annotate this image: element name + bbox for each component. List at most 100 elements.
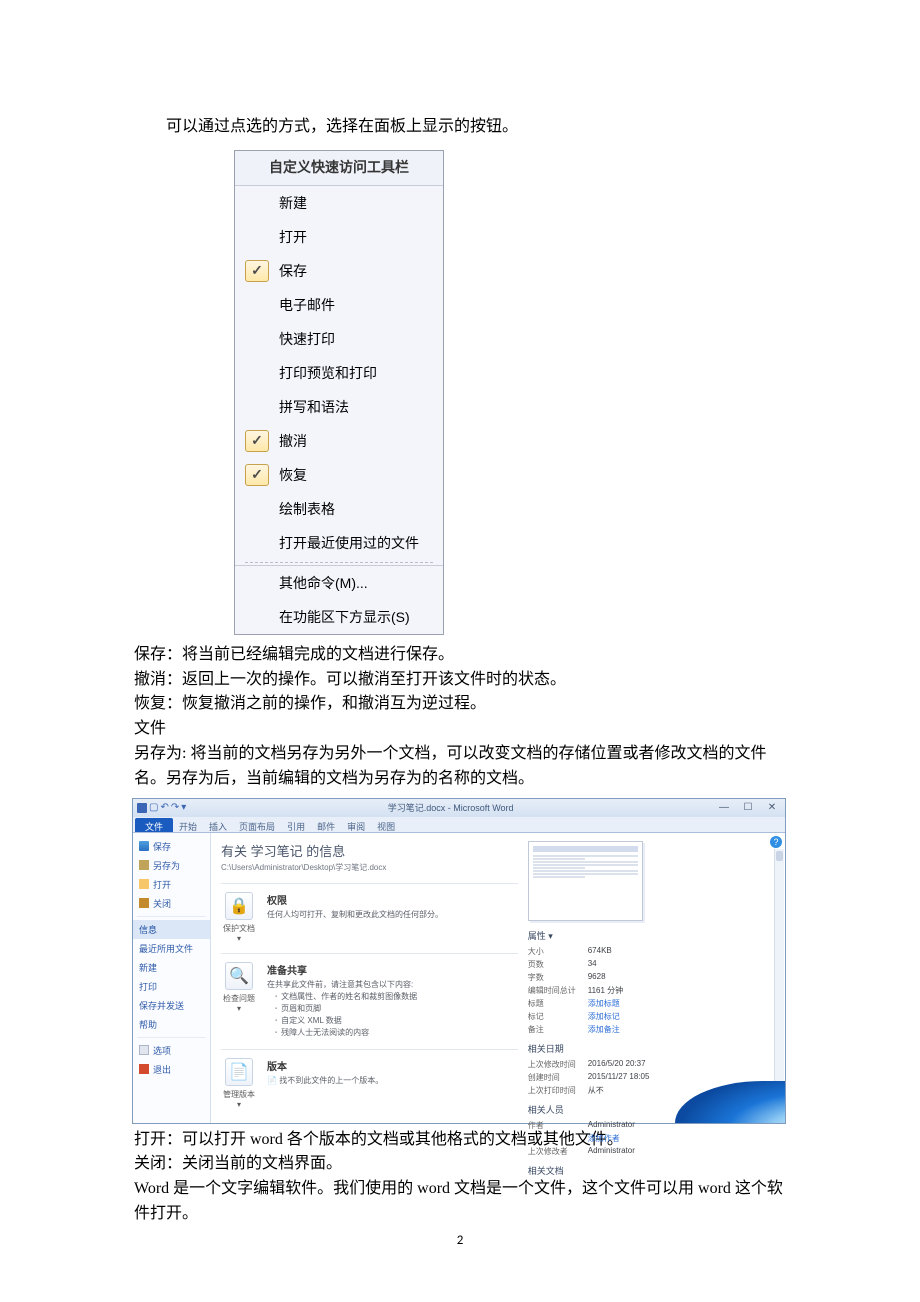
post-note: Word 是一个文字编辑软件。我们使用的 word 文档是一个文件，这个文件可以… (134, 1177, 786, 1227)
backstage-nav: 保存 另存为 打开 关闭 信息 最近所用文件 新建 打印 保存并发送 帮助 选项… (133, 833, 211, 1123)
add-author-link[interactable]: 添加作者 (588, 1133, 620, 1144)
titlebar: ▢ ↶ ↷ ▾ 学习笔记.docx - Microsoft Word — ☐ ✕ (133, 799, 785, 817)
tab-insert[interactable]: 插入 (203, 818, 233, 832)
scroll-thumb[interactable] (776, 851, 783, 861)
qat-item-email[interactable]: 电子邮件 (235, 288, 443, 322)
tab-layout[interactable]: 页面布局 (233, 818, 281, 832)
qat-label: 打印预览和打印 (279, 363, 377, 383)
tab-review[interactable]: 审阅 (341, 818, 371, 832)
check-icon: ✓ (245, 430, 269, 452)
folder-open-icon (139, 879, 149, 889)
tab-view[interactable]: 视图 (371, 818, 401, 832)
qat-item-printpreview[interactable]: 打印预览和打印 (235, 356, 443, 390)
add-tag-link[interactable]: 添加标记 (588, 1011, 620, 1022)
prepare-item: 残障人士无法阅读的内容 (275, 1027, 518, 1039)
prepare-desc: 在共享此文件前，请注意其包含以下内容: (267, 979, 518, 991)
qat-label: 恢复 (279, 465, 307, 485)
qat-item-quickprint[interactable]: 快速打印 (235, 322, 443, 356)
nav-new[interactable]: 新建 (133, 958, 210, 977)
options-icon (139, 1045, 149, 1055)
tab-home[interactable]: 开始 (173, 818, 203, 832)
qat-item-spelling[interactable]: 拼写和语法 (235, 390, 443, 424)
qat-item-save[interactable]: ✓ 保存 (235, 254, 443, 288)
nav-options[interactable]: 选项 (133, 1041, 210, 1060)
add-title-link[interactable]: 添加标题 (588, 998, 620, 1009)
qat-label: 撤消 (279, 431, 307, 451)
explain-file: 文件 (134, 717, 786, 742)
inspect-icon: 🔍 (229, 966, 249, 986)
dates-label: 相关日期 (528, 1042, 775, 1055)
panel-versions: 📄 管理版本 ▾ 版本 📄 找不到此文件的上一个版本。 (221, 1049, 518, 1109)
permissions-desc: 任何人均可打开、复制和更改此文档的任何部分。 (267, 909, 518, 921)
info-path: C:\Users\Administrator\Desktop\学习笔记.docx (221, 862, 518, 873)
qat-item-recent[interactable]: 打开最近使用过的文件 (235, 526, 443, 560)
panel-permissions: 🔒 保护文档 ▾ 权限 任何人均可打开、复制和更改此文档的任何部分。 (221, 883, 518, 943)
maximize-button[interactable]: ☐ (739, 802, 757, 813)
add-comment-link[interactable]: 添加备注 (588, 1024, 620, 1035)
qat-title: 自定义快速访问工具栏 (235, 151, 443, 186)
nav-print[interactable]: 打印 (133, 977, 210, 996)
qat-more-commands[interactable]: 其他命令(M)... (235, 566, 443, 600)
prepare-item: 页眉和页脚 (275, 1003, 518, 1015)
nav-share[interactable]: 保存并发送 (133, 996, 210, 1015)
qat-label: 拼写和语法 (279, 397, 349, 417)
versions-title: 版本 (267, 1058, 518, 1073)
nav-close[interactable]: 关闭 (133, 894, 210, 913)
versions-icon: 📄 (229, 1062, 249, 1082)
document-thumbnail (528, 841, 643, 921)
versions-desc: 📄 找不到此文件的上一个版本。 (267, 1075, 518, 1087)
qat-redo-icon[interactable]: ↷ (171, 802, 179, 813)
manage-versions-button[interactable]: 📄 (225, 1058, 253, 1086)
folder-close-icon (139, 898, 149, 908)
qat-save-icon[interactable]: ▢ (149, 802, 158, 813)
nav-help[interactable]: 帮助 (133, 1015, 210, 1034)
qat-label: 电子邮件 (279, 295, 335, 315)
word-window: ▢ ↶ ↷ ▾ 学习笔记.docx - Microsoft Word — ☐ ✕… (132, 798, 786, 1124)
check-icon: ✓ (245, 260, 269, 282)
nav-saveas[interactable]: 另存为 (133, 856, 210, 875)
page-number: 2 (0, 1233, 920, 1248)
protect-document-button[interactable]: 🔒 (225, 892, 253, 920)
nav-exit[interactable]: 退出 (133, 1060, 210, 1079)
check-issues-button[interactable]: 🔍 (225, 962, 253, 990)
info-heading: 有关 学习笔记 的信息 (221, 841, 518, 860)
tab-references[interactable]: 引用 (281, 818, 311, 832)
intro-line: 可以通过点选的方式，选择在面板上显示的按钮。 (134, 115, 786, 140)
window-title: 学习笔记.docx - Microsoft Word (186, 801, 715, 814)
qat-item-open[interactable]: 打开 (235, 220, 443, 254)
qat-label: 绘制表格 (279, 499, 335, 519)
qat-item-redo[interactable]: ✓ 恢复 (235, 458, 443, 492)
qat-label: 打开 (279, 227, 307, 247)
tab-file[interactable]: 文件 (135, 818, 173, 832)
prepare-item: 文档属性、作者的姓名和裁剪图像数据 (275, 991, 518, 1003)
explain-undo: 撤消：返回上一次的操作。可以撤消至打开该文件时的状态。 (134, 668, 786, 693)
nav-save[interactable]: 保存 (133, 837, 210, 856)
nav-info[interactable]: 信息 (133, 920, 210, 939)
qat-label: 新建 (279, 193, 307, 213)
lock-icon: 🔒 (229, 896, 249, 916)
qat-item-drawtable[interactable]: 绘制表格 (235, 492, 443, 526)
docs-label: 相关文档 (528, 1164, 775, 1177)
qat-item-new[interactable]: 新建 (235, 186, 443, 220)
nav-recent[interactable]: 最近所用文件 (133, 939, 210, 958)
check-icon: ✓ (245, 464, 269, 486)
qat-label: 保存 (279, 261, 307, 281)
qat-item-undo[interactable]: ✓ 撤消 (235, 424, 443, 458)
word-app-icon (137, 803, 147, 813)
explain-saveas: 另存为: 将当前的文档另存为另外一个文档，可以改变文档的存储位置或者修改文档的文… (134, 742, 786, 792)
qat-label: 其他命令(M)... (279, 573, 368, 593)
prepare-title: 准备共享 (267, 962, 518, 977)
qat-undo-icon[interactable]: ↶ (160, 802, 168, 813)
qat-show-below[interactable]: 在功能区下方显示(S) (235, 600, 443, 634)
nav-open[interactable]: 打开 (133, 875, 210, 894)
close-button[interactable]: ✕ (763, 802, 781, 813)
saveas-icon (139, 860, 149, 870)
prepare-item: 自定义 XML 数据 (275, 1015, 518, 1027)
help-icon[interactable]: ? (770, 836, 782, 848)
tab-mailings[interactable]: 邮件 (311, 818, 341, 832)
ribbon-tabstrip: 文件 开始 插入 页面布局 引用 邮件 审阅 视图 (133, 817, 785, 833)
properties-label[interactable]: 属性 ▾ (528, 929, 775, 942)
explain-redo: 恢复：恢复撤消之前的操作，和撤消互为逆过程。 (134, 692, 786, 717)
minimize-button[interactable]: — (715, 802, 733, 813)
explain-save: 保存：将当前已经编辑完成的文档进行保存。 (134, 643, 786, 668)
